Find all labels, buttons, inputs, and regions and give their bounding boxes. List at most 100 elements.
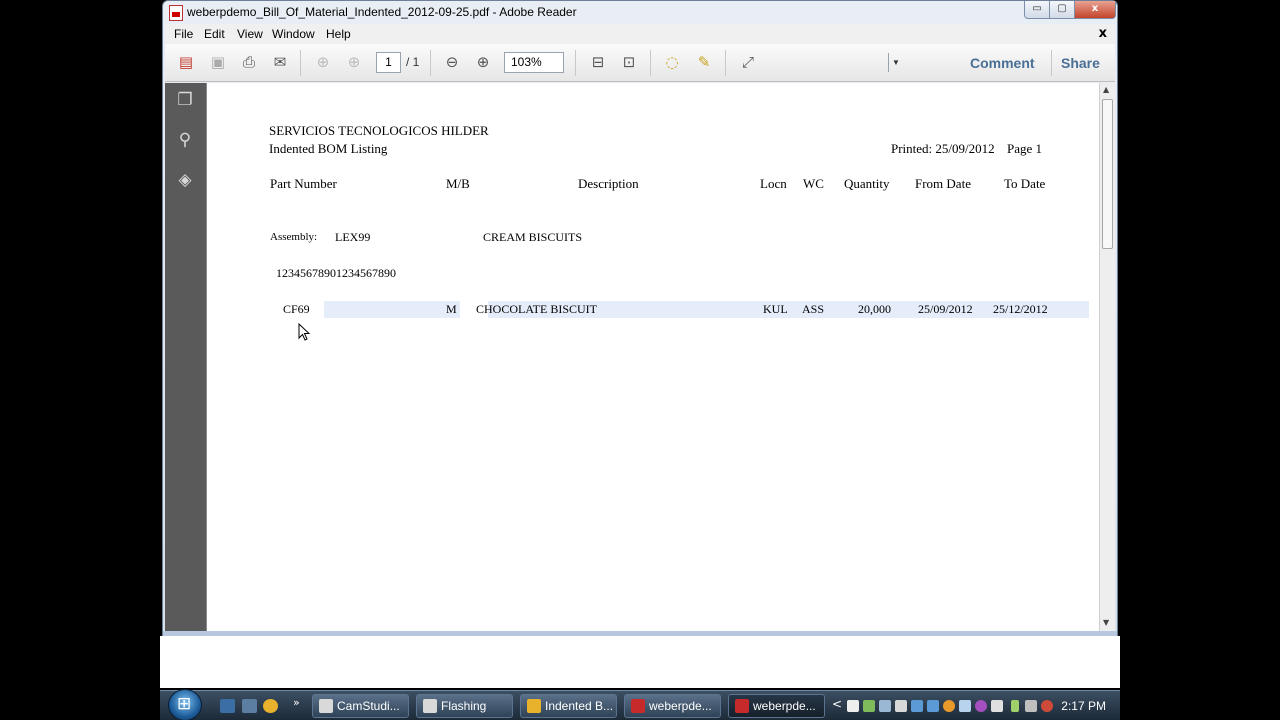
save-icon[interactable]: ▣: [207, 51, 229, 73]
full-screen-icon[interactable]: ⤢: [737, 51, 759, 73]
switch-windows-icon[interactable]: [242, 699, 257, 713]
taskbar-label: weberpde...: [649, 699, 712, 713]
toolbar-divider: [1051, 50, 1052, 76]
tray-app-icon[interactable]: [943, 700, 955, 712]
assembly-description: CREAM BISCUITS: [483, 230, 583, 244]
tray-app-icon[interactable]: [879, 700, 891, 712]
scroll-up-icon[interactable]: ▲: [1103, 85, 1109, 94]
col-to-date: To Date: [1004, 176, 1046, 191]
printed-date: Printed: 25/09/2012: [891, 141, 995, 156]
col-from-date: From Date: [915, 176, 971, 191]
taskbar-label: Flashing: [441, 699, 487, 713]
chrome-icon: [527, 699, 541, 713]
attachments-icon[interactable]: ⚲: [174, 129, 196, 151]
from-date: 25/09/2012: [918, 302, 973, 316]
system-tray: < 2:17 PM: [830, 691, 1120, 720]
col-mb: M/B: [446, 176, 470, 191]
next-page-icon[interactable]: ⊕: [343, 51, 365, 73]
fit-width-icon[interactable]: ⊡: [618, 51, 640, 73]
col-locn: Locn: [760, 176, 787, 191]
window-title: weberpdemo_Bill_Of_Material_Indented_201…: [187, 5, 577, 19]
close-button[interactable]: x: [1074, 1, 1116, 19]
zoom-out-icon[interactable]: ⊖: [441, 51, 463, 73]
toolbar-divider: [575, 50, 576, 76]
navigation-pane: ❐ ⚲ ◈: [165, 83, 206, 631]
window-icon: [423, 699, 437, 713]
maximize-button[interactable]: ▢: [1049, 1, 1075, 19]
chrome-icon[interactable]: [263, 699, 278, 713]
adobe-reader-window: weberpdemo_Bill_Of_Material_Indented_201…: [162, 0, 1118, 636]
menu-file[interactable]: File: [174, 27, 193, 41]
page-total: / 1: [406, 55, 420, 69]
chevron-down-icon[interactable]: ▼: [888, 53, 903, 72]
tray-app-icon[interactable]: [895, 700, 907, 712]
show-hidden-icons-icon[interactable]: <: [832, 697, 842, 711]
network-icon[interactable]: [1025, 700, 1037, 712]
toolbar-divider: [430, 50, 431, 76]
volume-icon[interactable]: [1041, 700, 1053, 712]
document-page: SERVICIOS TECNOLOGICOS HILDER Indented B…: [206, 83, 1099, 631]
row-highlight: [324, 301, 1089, 318]
page-number-input[interactable]: 1: [376, 52, 401, 73]
report-title: Indented BOM Listing: [269, 141, 388, 156]
taskbar-button-flashing[interactable]: Flashing: [416, 694, 513, 718]
company-name: SERVICIOS TECNOLOGICOS HILDER: [269, 123, 489, 138]
tray-app-icon[interactable]: [863, 700, 875, 712]
language-icon[interactable]: [847, 700, 859, 712]
print-icon[interactable]: ⎙: [238, 51, 260, 73]
fit-page-icon[interactable]: ⊟: [587, 51, 609, 73]
tray-app-icon[interactable]: [975, 700, 987, 712]
quick-launch-more-icon[interactable]: »: [293, 696, 300, 709]
tray-app-icon[interactable]: [911, 700, 923, 712]
tray-app-icon[interactable]: [959, 700, 971, 712]
quantity: 20,000: [858, 302, 891, 316]
tray-app-icon[interactable]: [927, 700, 939, 712]
create-pdf-icon[interactable]: ▤: [175, 51, 197, 73]
menu-window[interactable]: Window: [272, 27, 315, 41]
menu-help[interactable]: Help: [326, 27, 351, 41]
assembly-label: Assembly:: [270, 231, 318, 243]
menu-view[interactable]: View: [237, 27, 263, 41]
close-document-button[interactable]: x: [1099, 26, 1107, 41]
scrollbar-thumb[interactable]: [1102, 99, 1113, 249]
show-desktop-icon[interactable]: [220, 699, 235, 713]
taskbar-button-weberpdemo[interactable]: weberpde...: [624, 694, 721, 718]
layers-icon[interactable]: ◈: [174, 169, 196, 191]
toolbar: ▤ ▣ ⎙ ✉ ⊕ ⊕ 1 / 1 ⊖ ⊕ 103% ▼ ⊟ ⊡ ◌ ✎ ⤢ C…: [165, 44, 1115, 82]
pdf-file-icon: [631, 699, 645, 713]
taskbar: » CamStudi... Flashing Indented B... web…: [160, 689, 1120, 720]
taskbar-button-indented[interactable]: Indented B...: [520, 694, 617, 718]
page-label: Page 1: [1007, 141, 1043, 156]
menu-edit[interactable]: Edit: [204, 27, 225, 41]
part-description: CHOCOLATE BISCUIT: [476, 302, 598, 316]
col-part-number: Part Number: [270, 176, 337, 191]
scroll-down-icon[interactable]: ▼: [1103, 618, 1109, 627]
desktop-background: [160, 636, 1120, 688]
pdf-file-icon: [735, 699, 749, 713]
clock[interactable]: 2:17 PM: [1061, 699, 1106, 713]
pdf-file-icon: [169, 5, 183, 21]
page-thumbnails-icon[interactable]: ❐: [174, 89, 196, 111]
comment-button[interactable]: Comment: [970, 55, 1035, 71]
zoom-select[interactable]: 103% ▼: [504, 52, 900, 73]
window-icon: [319, 699, 333, 713]
vertical-scrollbar[interactable]: ▲ ▼: [1099, 83, 1115, 631]
tray-app-icon[interactable]: [991, 700, 1003, 712]
share-button[interactable]: Share: [1061, 55, 1100, 71]
battery-icon[interactable]: [1011, 700, 1019, 712]
previous-page-icon[interactable]: ⊕: [312, 51, 334, 73]
sticky-note-icon[interactable]: ◌: [661, 51, 683, 73]
highlight-icon[interactable]: ✎: [693, 51, 715, 73]
taskbar-button-camstudio[interactable]: CamStudi...: [312, 694, 409, 718]
minimize-button[interactable]: ▭: [1024, 1, 1050, 19]
toolbar-divider: [650, 50, 651, 76]
title-bar[interactable]: weberpdemo_Bill_Of_Material_Indented_201…: [163, 1, 1117, 24]
part-number: CF69: [283, 302, 310, 316]
location: KUL: [763, 302, 788, 316]
menu-bar: File Edit View Window Help x: [165, 24, 1115, 44]
zoom-in-icon[interactable]: ⊕: [472, 51, 494, 73]
col-description: Description: [578, 176, 639, 191]
email-icon[interactable]: ✉: [269, 51, 291, 73]
start-button[interactable]: [168, 689, 202, 720]
taskbar-button-weberpdemo-active[interactable]: weberpde...: [728, 694, 825, 718]
